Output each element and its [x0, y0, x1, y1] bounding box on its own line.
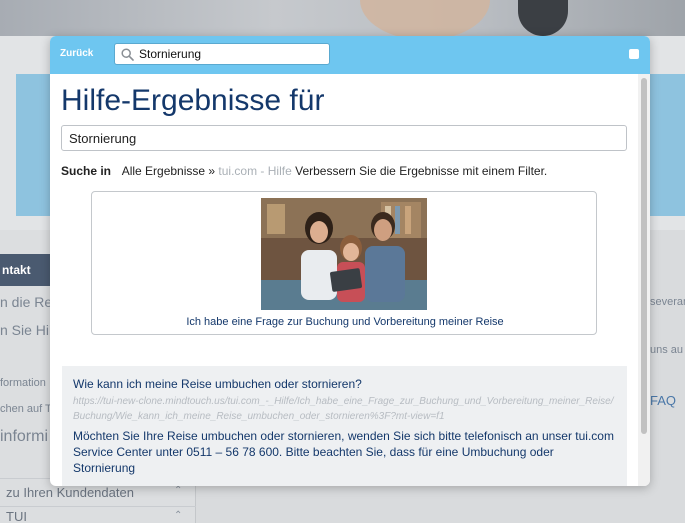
- page-title: Hilfe-Ergebnisse für: [61, 84, 325, 117]
- chevron-up-icon: ⌃: [174, 485, 183, 496]
- sidebar-item-information[interactable]: formation: [0, 377, 50, 389]
- back-button[interactable]: Zurück: [60, 48, 93, 59]
- category-caption: Ich habe eine Frage zur Buchung und Vorb…: [186, 316, 504, 328]
- sidebar-item-customer-data-label: zu Ihren Kundendaten: [6, 485, 134, 500]
- help-search-modal: Zurück Hilfe-Ergebnisse für Suche in All…: [50, 36, 650, 486]
- background-text-fragment: severan: [650, 296, 685, 308]
- sidebar-item-tui[interactable]: TUI: [0, 506, 196, 523]
- faq-link[interactable]: FAQ: [650, 393, 676, 408]
- modal-header: Zurück: [50, 36, 650, 74]
- search-icon: [121, 48, 134, 61]
- search-scope-label: Suche in: [61, 164, 112, 178]
- result-url: https://tui-new-clone.mindtouch.us/tui.c…: [73, 396, 614, 422]
- sidebar-item-tui-label: TUI: [6, 509, 27, 523]
- hero-image: [0, 0, 685, 36]
- search-result[interactable]: Wie kann ich meine Reise umbuchen oder s…: [62, 366, 627, 486]
- header-search-box[interactable]: [114, 43, 330, 65]
- filter-hint: Verbessern Sie die Ergebnisse mit einem …: [295, 164, 548, 178]
- scrollbar[interactable]: [638, 74, 650, 486]
- chevron-up-icon: ⌃: [174, 510, 183, 521]
- sidebar-item-inform[interactable]: informi: [0, 428, 50, 446]
- sidebar-item-help[interactable]: n Sie Hil: [0, 322, 50, 338]
- close-icon[interactable]: [629, 49, 639, 59]
- category-card[interactable]: Ich habe eine Frage zur Buchung und Vorb…: [91, 191, 597, 335]
- sidebar-item-contact[interactable]: ntakt: [0, 254, 50, 286]
- all-results-link[interactable]: Alle Ergebnisse »: [122, 164, 215, 178]
- result-snippet: Möchten Sie Ihre Reise umbuchen oder sto…: [73, 429, 614, 475]
- query-input[interactable]: [61, 125, 627, 151]
- sidebar-item-search[interactable]: chen auf T: [0, 403, 50, 415]
- header-search-input[interactable]: [139, 46, 325, 62]
- background-text-fragment: uns au: [650, 344, 684, 356]
- scrollbar-thumb[interactable]: [641, 78, 647, 434]
- sidebar-item-travel[interactable]: n die Rei: [0, 294, 50, 310]
- modal-body: Hilfe-Ergebnisse für Suche in Alle Ergeb…: [50, 74, 650, 486]
- scope-breadcrumb[interactable]: tui.com - Hilfe: [218, 164, 291, 178]
- result-title-link[interactable]: Wie kann ich meine Reise umbuchen oder s…: [73, 377, 615, 391]
- search-scope-filter: Suche in Alle Ergebnisse » tui.com - Hil…: [61, 164, 547, 178]
- category-photo: [261, 198, 427, 310]
